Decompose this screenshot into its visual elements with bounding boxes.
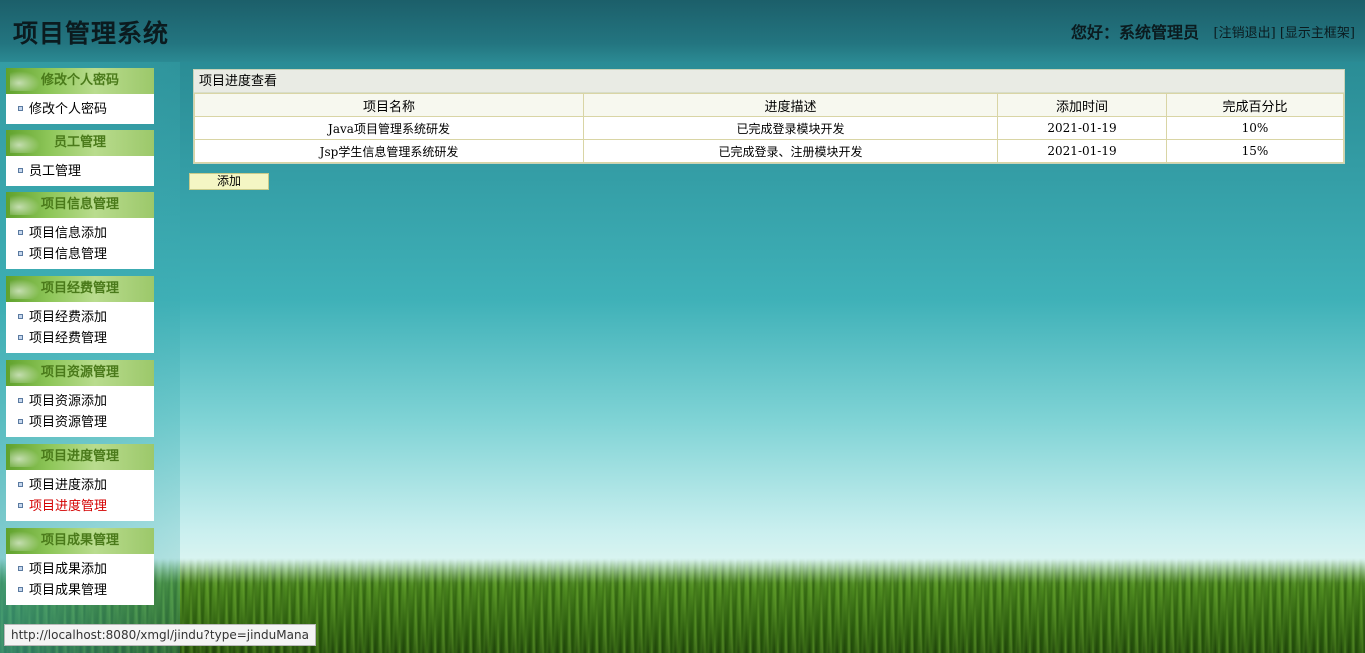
menu-item-project-info-add[interactable]: 项目信息添加 — [6, 223, 154, 244]
menu-group-project-funds: 项目经费管理 项目经费添加 项目经费管理 — [6, 276, 154, 353]
greeting-text: 您好：系统管理员 — [1070, 23, 1199, 42]
cell-progress-desc: 已完成登录、注册模块开发 — [583, 139, 998, 163]
panel-title: 项目进度查看 — [194, 70, 1344, 93]
menu-item-project-resource-manage[interactable]: 项目资源管理 — [6, 412, 154, 433]
sidebar: 修改个人密码 修改个人密码 员工管理 员工管理 项目信息管理 项目信息添加 项目… — [0, 62, 180, 653]
menu-head-project-progress[interactable]: 项目进度管理 — [6, 444, 154, 470]
bullet-icon — [18, 335, 23, 340]
menu-group-project-progress: 项目进度管理 项目进度添加 项目进度管理 — [6, 444, 154, 521]
menu-item-project-progress-add[interactable]: 项目进度添加 — [6, 475, 154, 496]
menu-item-project-funds-manage[interactable]: 项目经费管理 — [6, 328, 154, 349]
menu-head-project-result[interactable]: 项目成果管理 — [6, 528, 154, 554]
header-links: [注销退出] [显示主框架] — [1214, 22, 1355, 41]
menu-body-project-progress: 项目进度添加 项目进度管理 — [6, 470, 154, 521]
table-row: Java项目管理系统研发 已完成登录模块开发 2021-01-19 10% — [194, 116, 1344, 140]
show-frame-link[interactable]: [显示主框架] — [1280, 26, 1355, 41]
menu-item-label: 修改个人密码 — [29, 102, 108, 117]
bullet-icon — [18, 168, 23, 173]
logout-link[interactable]: [注销退出] — [1214, 26, 1276, 41]
menu-item-project-funds-add[interactable]: 项目经费添加 — [6, 307, 154, 328]
menu-head-project-funds[interactable]: 项目经费管理 — [6, 276, 154, 302]
menu-item-label: 项目进度管理 — [29, 499, 108, 514]
menu-item-label: 项目信息管理 — [29, 247, 108, 262]
menu-item-label: 项目资源添加 — [29, 394, 108, 409]
bullet-icon — [18, 314, 23, 319]
status-bar-url: http://localhost:8080/xmgl/jindu?type=ji… — [4, 624, 316, 646]
bullet-icon — [18, 503, 23, 508]
menu-body-staff: 员工管理 — [6, 156, 154, 186]
cell-project-name: Java项目管理系统研发 — [194, 116, 584, 140]
bullet-icon — [18, 419, 23, 424]
menu-item-label: 项目成果管理 — [29, 583, 108, 598]
table-row: Jsp学生信息管理系统研发 已完成登录、注册模块开发 2021-01-19 15… — [194, 139, 1344, 163]
bullet-icon — [18, 482, 23, 487]
menu-item-label: 项目信息添加 — [29, 226, 108, 241]
cell-add-time: 2021-01-19 — [997, 139, 1167, 163]
menu-item-label: 项目资源管理 — [29, 415, 108, 430]
menu-item-label: 项目经费添加 — [29, 310, 108, 325]
menu-item-label: 项目成果添加 — [29, 562, 108, 577]
header-bar: 项目管理系统 您好：系统管理员 [注销退出] [显示主框架] — [0, 0, 1365, 62]
menu-group-password: 修改个人密码 修改个人密码 — [6, 68, 154, 124]
menu-head-password[interactable]: 修改个人密码 — [6, 68, 154, 94]
column-header-project-name: 项目名称 — [194, 93, 584, 117]
bullet-icon — [18, 230, 23, 235]
menu-group-project-info: 项目信息管理 项目信息添加 项目信息管理 — [6, 192, 154, 269]
column-header-add-time: 添加时间 — [997, 93, 1167, 117]
menu-head-staff[interactable]: 员工管理 — [6, 130, 154, 156]
bullet-icon — [18, 106, 23, 111]
app-title: 项目管理系统 — [13, 19, 170, 48]
menu-group-project-resource: 项目资源管理 项目资源添加 项目资源管理 — [6, 360, 154, 437]
menu-item-project-info-manage[interactable]: 项目信息管理 — [6, 244, 154, 265]
menu-body-project-funds: 项目经费添加 项目经费管理 — [6, 302, 154, 353]
table-header-row: 项目名称 进度描述 添加时间 完成百分比 — [194, 93, 1344, 117]
progress-panel: 项目进度查看 项目名称 进度描述 添加时间 完成百分比 Java项目管理系统研发… — [193, 69, 1345, 164]
menu-item-change-password[interactable]: 修改个人密码 — [6, 99, 154, 120]
add-button[interactable]: 添加 — [189, 173, 269, 190]
bullet-icon — [18, 251, 23, 256]
menu-item-staff-manage[interactable]: 员工管理 — [6, 161, 154, 182]
menu-item-project-resource-add[interactable]: 项目资源添加 — [6, 391, 154, 412]
menu-body-project-resource: 项目资源添加 项目资源管理 — [6, 386, 154, 437]
cell-add-time: 2021-01-19 — [997, 116, 1167, 140]
menu-body-project-result: 项目成果添加 项目成果管理 — [6, 554, 154, 605]
progress-table: 项目名称 进度描述 添加时间 完成百分比 Java项目管理系统研发 已完成登录模… — [194, 93, 1344, 163]
menu-group-project-result: 项目成果管理 项目成果添加 项目成果管理 — [6, 528, 154, 605]
menu-item-label: 员工管理 — [29, 164, 82, 179]
menu-item-label: 项目进度添加 — [29, 478, 108, 493]
menu-item-project-result-add[interactable]: 项目成果添加 — [6, 559, 154, 580]
menu-body-password: 修改个人密码 — [6, 94, 154, 124]
menu-item-project-result-manage[interactable]: 项目成果管理 — [6, 580, 154, 601]
menu-head-project-resource[interactable]: 项目资源管理 — [6, 360, 154, 386]
menu-item-label: 项目经费管理 — [29, 331, 108, 346]
column-header-progress-desc: 进度描述 — [583, 93, 998, 117]
bullet-icon — [18, 587, 23, 592]
bullet-icon — [18, 398, 23, 403]
bullet-icon — [18, 566, 23, 571]
menu-head-project-info[interactable]: 项目信息管理 — [6, 192, 154, 218]
cell-percent: 10% — [1166, 116, 1344, 140]
cell-percent: 15% — [1166, 139, 1344, 163]
menu-item-project-progress-manage[interactable]: 项目进度管理 — [6, 496, 154, 517]
column-header-percent: 完成百分比 — [1166, 93, 1344, 117]
menu-body-project-info: 项目信息添加 项目信息管理 — [6, 218, 154, 269]
cell-progress-desc: 已完成登录模块开发 — [583, 116, 998, 140]
menu-group-staff: 员工管理 员工管理 — [6, 130, 154, 186]
cell-project-name: Jsp学生信息管理系统研发 — [194, 139, 584, 163]
